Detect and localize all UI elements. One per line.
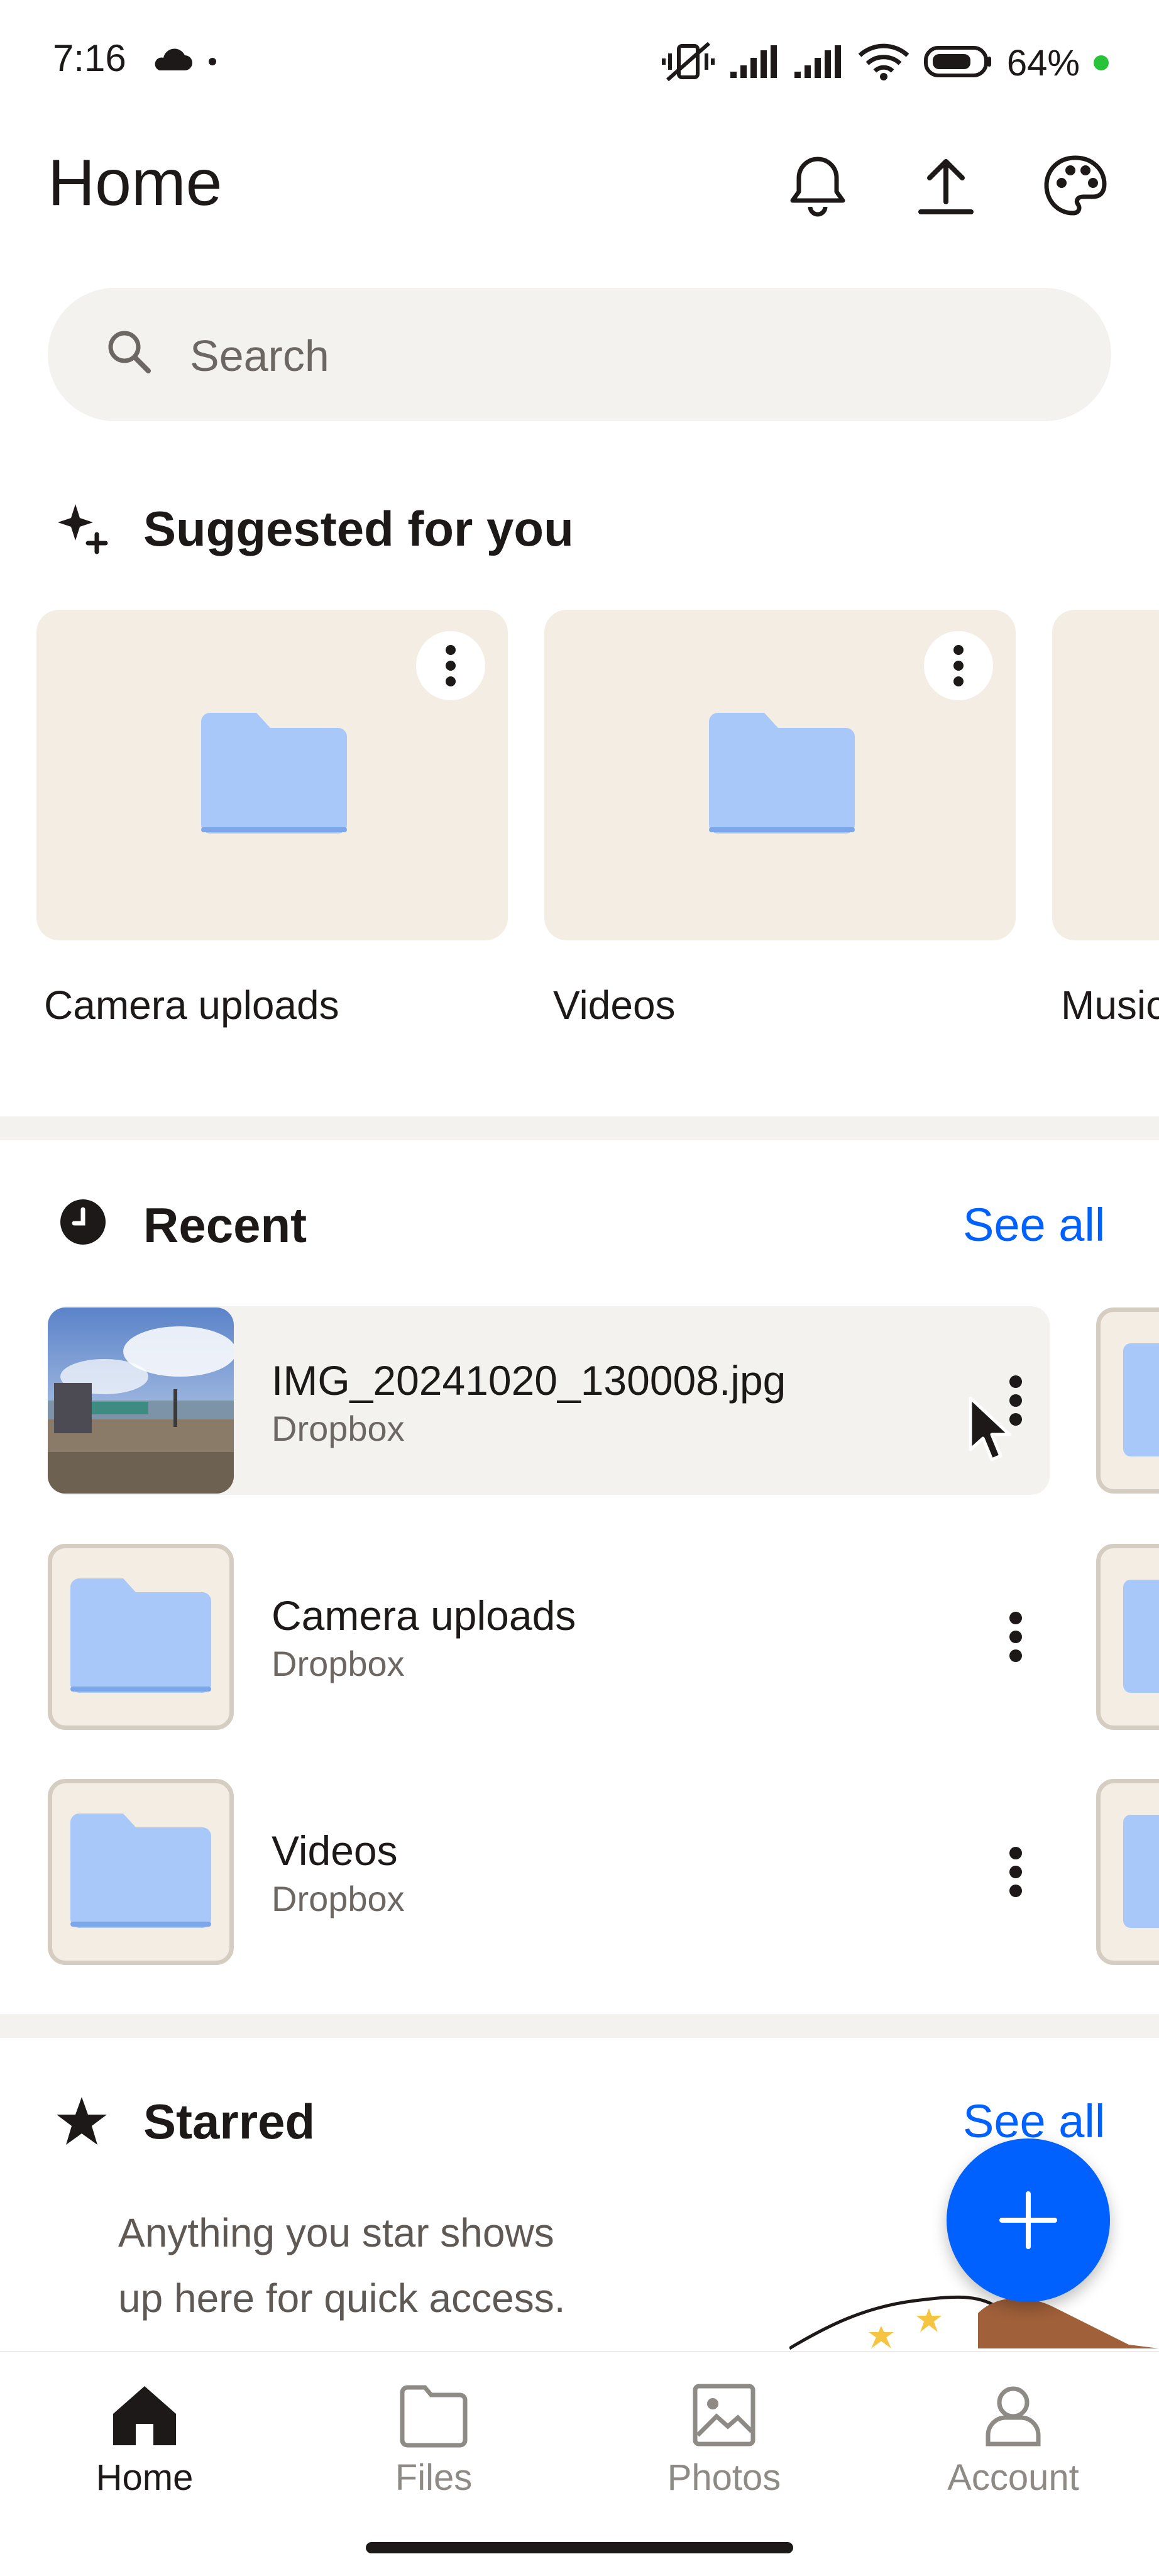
plus-icon [999,2191,1057,2249]
suggested-label: Camera uploads [44,983,339,1028]
sparkle-icon [55,499,112,559]
peek-card [1096,1779,1159,1965]
folder-icon [197,709,351,840]
nav-label: Files [395,2457,473,2498]
wifi-icon [857,43,910,84]
nav-account[interactable]: Account [900,2382,1126,2499]
cloud-icon [150,45,194,76]
photo-icon [693,2384,755,2447]
recent-item-location: Dropbox [272,1644,405,1683]
folder-thumbnail [48,1779,234,1965]
starred-title: Starred [143,2094,316,2149]
mouse-cursor-icon [968,1395,1014,1468]
more-options-icon[interactable] [988,1593,1043,1681]
signal-icon-2 [793,44,843,82]
search-input[interactable]: Search [190,331,329,381]
status-time: 7:16 [53,37,126,79]
battery-icon [923,44,993,82]
privacy-indicator [1094,55,1109,70]
recent-item-name: IMG_20241020_130008.jpg [272,1357,786,1404]
recent-item-location: Dropbox [272,1409,405,1448]
recent-item-name: Camera uploads [272,1592,576,1639]
mute-vibrate-icon [661,40,715,87]
recent-title: Recent [143,1197,307,1253]
section-divider [0,2014,1159,2038]
recent-item-name: Videos [272,1827,398,1874]
suggested-card-videos[interactable] [544,610,1016,940]
more-options-icon[interactable] [416,631,485,700]
bell-icon[interactable] [783,151,852,220]
folder-icon [705,709,859,840]
home-indicator[interactable] [366,2542,793,2553]
nav-files[interactable]: Files [321,2382,547,2499]
nav-label: Account [947,2457,1079,2498]
recent-see-all-link[interactable]: See all [963,1198,1105,1252]
more-options-icon[interactable] [988,1828,1043,1916]
suggested-card-music[interactable] [1052,610,1159,940]
folder-icon [400,2385,468,2448]
suggested-label: Music [1061,983,1159,1028]
starred-empty-message: Anything you star shows up here for quic… [118,2200,565,2331]
section-divider [0,1116,1159,1140]
status-icons: 64% [661,38,1109,88]
nav-home[interactable]: Home [31,2382,258,2499]
starred-empty-line: up here for quick access. [118,2276,566,2321]
suggested-label-clip: Music [1061,982,1159,1028]
nav-label: Home [96,2457,194,2498]
page-title: Home [48,146,222,219]
upload-icon[interactable] [911,151,980,220]
palette-icon[interactable] [1041,151,1110,220]
add-fab-button[interactable] [947,2138,1110,2302]
photo-thumbnail [48,1307,234,1494]
suggested-title: Suggested for you [143,501,574,556]
recent-item-location: Dropbox [272,1879,405,1918]
search-icon [106,328,153,379]
notification-dot [209,58,216,65]
suggested-label: Videos [553,983,676,1028]
nav-photos[interactable]: Photos [611,2382,837,2499]
home-icon [113,2386,176,2445]
suggested-card-camera-uploads[interactable] [36,610,508,940]
battery-percent: 64% [1006,42,1080,84]
signal-icon [729,44,779,82]
peek-card [1096,1307,1159,1494]
more-options-icon[interactable] [924,631,993,700]
starred-empty-line: Anything you star shows [118,2210,554,2255]
folder-thumbnail [48,1544,234,1730]
peek-card [1096,1544,1159,1730]
account-icon [986,2386,1041,2447]
star-icon [55,2096,108,2149]
clock-icon [59,1198,107,1249]
nav-label: Photos [667,2457,781,2498]
